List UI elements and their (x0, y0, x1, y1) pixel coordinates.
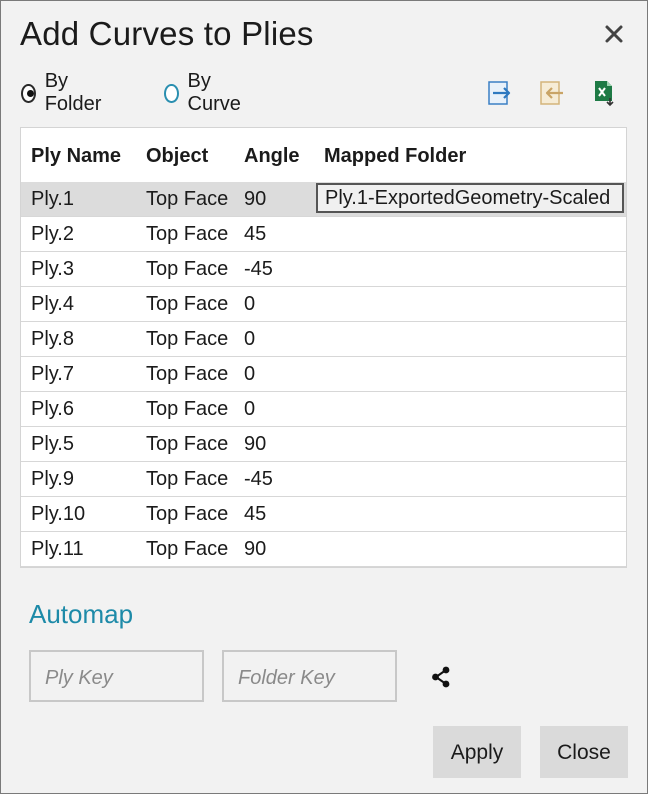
object-cell: Top Face (146, 293, 229, 315)
automap-heading: Automap (29, 599, 134, 629)
object-cell: Top Face (146, 188, 229, 210)
table-header: Ply Name Object Angle Mapped Folder (21, 128, 626, 182)
ply-name-cell: Ply.9 (31, 468, 74, 490)
ply-name-cell: Ply.5 (31, 433, 74, 455)
table-row[interactable]: Ply.8 Top Face 0 (21, 322, 626, 357)
angle-cell: 90 (244, 538, 267, 560)
ply-name-cell: Ply.8 (31, 328, 74, 350)
ply-key-field[interactable] (29, 650, 204, 702)
folder-key-field[interactable] (222, 650, 397, 702)
object-cell: Top Face (146, 468, 229, 490)
table-row[interactable]: Ply.2 Top Face 45 (21, 217, 626, 252)
ply-name-cell: Ply.7 (31, 363, 74, 385)
radio-by-curve[interactable]: By Curve (164, 70, 245, 115)
ply-name-cell: Ply.3 (31, 258, 74, 280)
object-cell: Top Face (146, 503, 229, 525)
angle-cell: 0 (244, 363, 256, 385)
ply-key-input[interactable] (31, 652, 202, 700)
angle-cell: 0 (244, 293, 256, 315)
column-header-mapped-folder[interactable]: Mapped Folder (324, 145, 466, 168)
ply-name-cell: Ply.2 (31, 223, 74, 245)
angle-cell: 0 (244, 328, 256, 350)
object-cell: Top Face (146, 433, 229, 455)
table-row[interactable]: Ply.11 Top Face 90 (21, 532, 626, 567)
object-cell: Top Face (146, 258, 229, 280)
excel-export-icon[interactable] (591, 79, 617, 107)
table-row[interactable]: Ply.1 Top Face 90 Ply.1-ExportedGeometry… (21, 182, 626, 217)
add-curves-dialog: Add Curves to Plies By Folder By Curve P… (0, 0, 648, 794)
apply-button[interactable]: Apply (433, 726, 521, 778)
radio-by-folder-label: By Folder (44, 70, 102, 115)
table-row[interactable]: Ply.9 Top Face -45 (21, 462, 626, 497)
ply-name-cell: Ply.6 (31, 398, 74, 420)
object-cell: Top Face (146, 538, 229, 560)
ply-name-cell: Ply.1 (31, 188, 74, 210)
table-row[interactable]: Ply.3 Top Face -45 (21, 252, 626, 287)
import-icon[interactable] (539, 79, 565, 107)
object-cell: Top Face (146, 328, 229, 350)
table-row[interactable]: Ply.4 Top Face 0 (21, 287, 626, 322)
column-header-object[interactable]: Object (146, 145, 208, 168)
object-cell: Top Face (146, 223, 229, 245)
close-button[interactable]: Close (540, 726, 628, 778)
ply-name-cell: Ply.10 (31, 503, 86, 525)
table-row[interactable]: Ply.6 Top Face 0 (21, 392, 626, 427)
radio-by-folder[interactable]: By Folder (21, 70, 106, 115)
radio-by-curve-label: By Curve (187, 70, 241, 115)
column-header-ply-name[interactable]: Ply Name (31, 145, 121, 168)
ply-name-cell: Ply.11 (31, 538, 84, 560)
close-icon[interactable] (599, 19, 629, 49)
radio-unchecked-icon (164, 83, 179, 103)
angle-cell: -45 (244, 468, 273, 490)
mapped-folder-cell[interactable]: Ply.1-ExportedGeometry-Scaled (316, 183, 624, 213)
table-row[interactable]: Ply.7 Top Face 0 (21, 357, 626, 392)
plies-table: Ply Name Object Angle Mapped Folder Ply.… (20, 127, 627, 568)
share-icon[interactable] (429, 665, 453, 689)
table-row[interactable]: Ply.10 Top Face 45 (21, 497, 626, 532)
ply-name-cell: Ply.4 (31, 293, 74, 315)
radio-checked-icon (21, 83, 36, 103)
object-cell: Top Face (146, 398, 229, 420)
folder-key-input[interactable] (224, 652, 395, 700)
dialog-title: Add Curves to Plies (20, 15, 314, 52)
table-row[interactable]: Ply.5 Top Face 90 (21, 427, 626, 462)
column-header-angle[interactable]: Angle (244, 145, 300, 168)
angle-cell: 0 (244, 398, 256, 420)
angle-cell: -45 (244, 258, 273, 280)
export-icon[interactable] (487, 79, 513, 107)
angle-cell: 90 (244, 433, 267, 455)
angle-cell: 45 (244, 223, 267, 245)
object-cell: Top Face (146, 363, 229, 385)
angle-cell: 90 (244, 188, 267, 210)
angle-cell: 45 (244, 503, 267, 525)
